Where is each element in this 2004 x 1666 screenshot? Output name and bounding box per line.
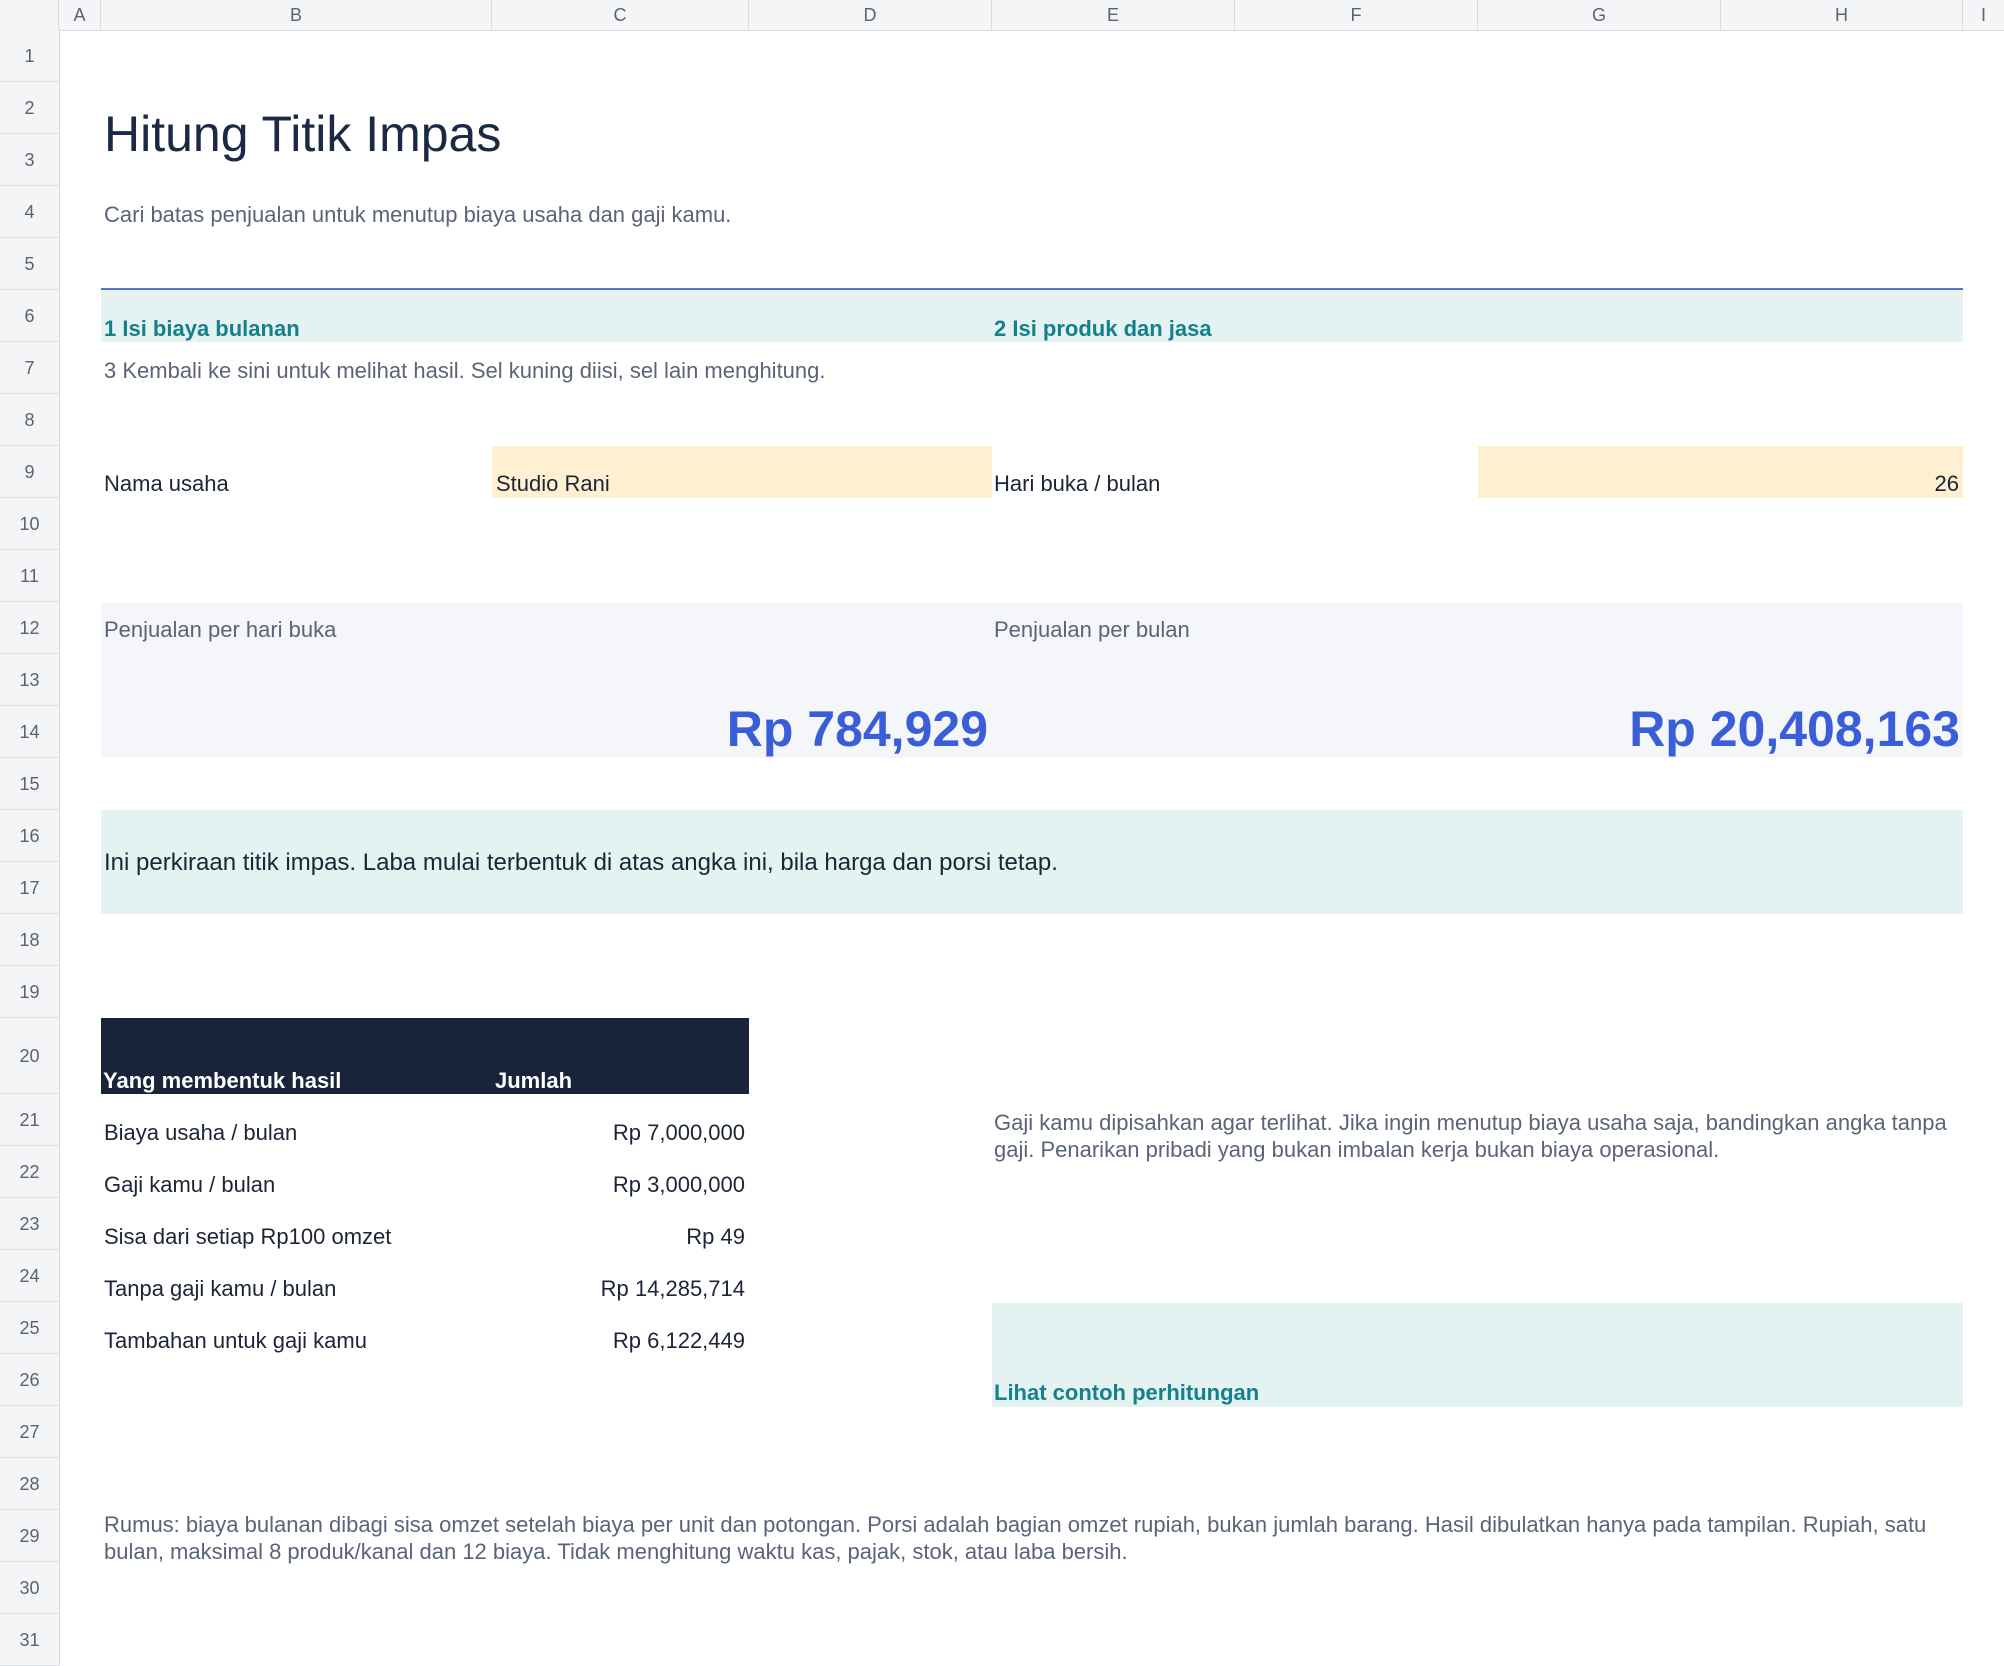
breakdown-header-amount: Jumlah bbox=[495, 1068, 573, 1093]
row-header-17[interactable]: 17 bbox=[0, 862, 59, 914]
row-header-4[interactable]: 4 bbox=[0, 186, 59, 238]
breakdown-header-label: Yang membentuk hasil bbox=[103, 1068, 342, 1093]
step-2-link[interactable]: 2 Isi produk dan jasa bbox=[994, 316, 1212, 342]
row-header-3[interactable]: 3 bbox=[0, 134, 59, 186]
table-row-label: Tambahan untuk gaji kamu bbox=[104, 1328, 367, 1353]
row-header-23[interactable]: 23 bbox=[0, 1198, 59, 1250]
row-header-6[interactable]: 6 bbox=[0, 290, 59, 342]
select-all-corner[interactable] bbox=[0, 0, 59, 30]
row-header-25[interactable]: 25 bbox=[0, 1302, 59, 1354]
page-title: Hitung Titik Impas bbox=[104, 106, 502, 162]
step-3-instruction: 3 Kembali ke sini untuk melihat hasil. S… bbox=[104, 358, 826, 383]
table-row-label: Biaya usaha / bulan bbox=[104, 1120, 298, 1145]
row-header-24[interactable]: 24 bbox=[0, 1250, 59, 1302]
business-name-label: Nama usaha bbox=[104, 471, 229, 496]
page-subtitle: Cari batas penjualan untuk menutup biaya… bbox=[104, 202, 732, 227]
row-header-11[interactable]: 11 bbox=[0, 550, 59, 602]
row-header-22[interactable]: 22 bbox=[0, 1146, 59, 1198]
row-header-31[interactable]: 31 bbox=[0, 1614, 59, 1666]
open-days-input[interactable]: 26 bbox=[1478, 446, 1963, 498]
row-header-18[interactable]: 18 bbox=[0, 914, 59, 966]
column-header-h[interactable]: H bbox=[1721, 0, 1963, 30]
row-header-8[interactable]: 8 bbox=[0, 394, 59, 446]
column-header-c[interactable]: C bbox=[492, 0, 749, 30]
row-header-5[interactable]: 5 bbox=[0, 238, 59, 290]
row-header-26[interactable]: 26 bbox=[0, 1354, 59, 1406]
column-header-d[interactable]: D bbox=[749, 0, 992, 30]
table-row-label: Gaji kamu / bulan bbox=[104, 1172, 276, 1197]
salary-side-note: Gaji kamu dipisahkan agar terlihat. Jika… bbox=[994, 1110, 1947, 1162]
sales-per-day-label: Penjualan per hari buka bbox=[104, 617, 337, 642]
sales-per-month-value: Rp 20,408,163 bbox=[1629, 701, 1960, 757]
row-header-30[interactable]: 30 bbox=[0, 1562, 59, 1614]
column-header-g[interactable]: G bbox=[1478, 0, 1721, 30]
row-header-12[interactable]: 12 bbox=[0, 602, 59, 654]
business-name-input[interactable]: Studio Rani bbox=[492, 446, 992, 498]
sales-per-month-label: Penjualan per bulan bbox=[994, 617, 1190, 642]
open-days-label: Hari buka / bulan bbox=[994, 471, 1161, 496]
formula-footnote: Rumus: biaya bulanan dibagi sisa omzet s… bbox=[104, 1512, 1927, 1564]
sales-per-day-value: Rp 784,929 bbox=[726, 701, 988, 757]
column-header-bar: A B C D E F G H I bbox=[0, 0, 2004, 31]
column-header-e[interactable]: E bbox=[992, 0, 1235, 30]
table-row-amount: Rp 7,000,000 bbox=[612, 1120, 745, 1145]
table-row-amount: Rp 6,122,449 bbox=[612, 1328, 745, 1353]
table-row-label: Tanpa gaji kamu / bulan bbox=[104, 1276, 337, 1301]
column-header-a[interactable]: A bbox=[59, 0, 101, 30]
step-1-link[interactable]: 1 Isi biaya bulanan bbox=[104, 316, 300, 342]
table-row-label: Sisa dari setiap Rp100 omzet bbox=[104, 1224, 392, 1249]
row-header-20[interactable]: 20 bbox=[0, 1018, 59, 1094]
breakeven-note: Ini perkiraan titik impas. Laba mulai te… bbox=[104, 849, 1058, 876]
column-header-b[interactable]: B bbox=[101, 0, 492, 30]
row-header-9[interactable]: 9 bbox=[0, 446, 59, 498]
row-header-29[interactable]: 29 bbox=[0, 1510, 59, 1562]
row-header-28[interactable]: 28 bbox=[0, 1458, 59, 1510]
row-header-7[interactable]: 7 bbox=[0, 342, 59, 394]
row-header-10[interactable]: 10 bbox=[0, 498, 59, 550]
column-header-f[interactable]: F bbox=[1235, 0, 1478, 30]
row-header-21[interactable]: 21 bbox=[0, 1094, 59, 1146]
row-header-bar: 1 2 3 4 5 6 7 8 9 10 11 12 13 14 15 16 17 18 19 20 21 22 23 24 2… bbox=[0, 30, 60, 1666]
row-header-16[interactable]: 16 bbox=[0, 810, 59, 862]
row-header-15[interactable]: 15 bbox=[0, 758, 59, 810]
example-calculation-link[interactable]: Lihat contoh perhitungan bbox=[994, 1380, 1259, 1406]
table-row-amount: Rp 3,000,000 bbox=[612, 1172, 745, 1197]
row-header-14[interactable]: 14 bbox=[0, 706, 59, 758]
column-header-i[interactable]: I bbox=[1963, 0, 2004, 30]
row-header-1[interactable]: 1 bbox=[0, 30, 59, 82]
row-header-13[interactable]: 13 bbox=[0, 654, 59, 706]
row-header-2[interactable]: 2 bbox=[0, 82, 59, 134]
table-row-amount: Rp 49 bbox=[686, 1224, 745, 1249]
row-header-27[interactable]: 27 bbox=[0, 1406, 59, 1458]
row-header-19[interactable]: 19 bbox=[0, 966, 59, 1018]
table-row-amount: Rp 14,285,714 bbox=[600, 1276, 745, 1301]
